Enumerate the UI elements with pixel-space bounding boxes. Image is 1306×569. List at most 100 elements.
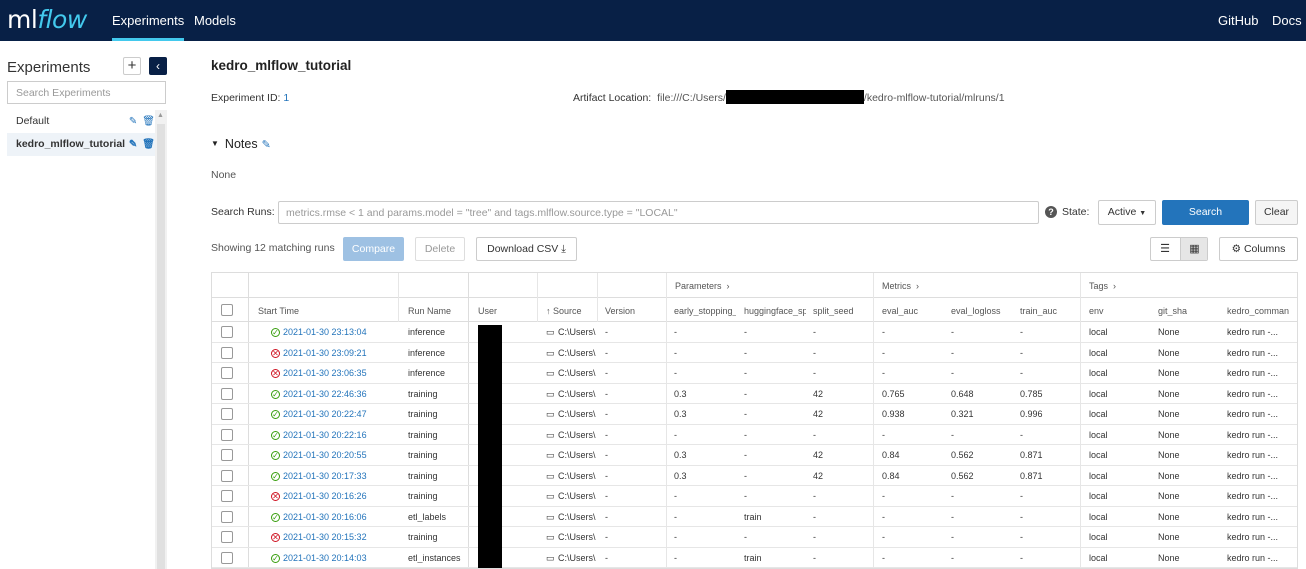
row-checkbox[interactable] [221, 367, 233, 379]
row-checkbox[interactable] [221, 326, 233, 338]
row-checkbox[interactable] [221, 469, 233, 482]
trash-icon[interactable]: 🗑 [142, 139, 155, 150]
source-cell: C:\Users\ [558, 511, 596, 522]
row-checkbox[interactable] [221, 408, 233, 420]
header-param-split-seed[interactable]: split_seed [813, 306, 854, 316]
param-early-stopping-cell: 0.3 [674, 450, 687, 460]
row-checkbox[interactable] [221, 531, 233, 543]
download-csv-button[interactable]: Download CSV ⤓ [476, 237, 577, 261]
metric-eval-auc-cell: - [882, 491, 885, 501]
nav-models[interactable]: Models [194, 0, 236, 41]
start-time-link[interactable]: 2021-01-30 22:46:36 [283, 389, 367, 399]
start-time-link[interactable]: 2021-01-30 23:09:21 [283, 348, 367, 358]
row-checkbox[interactable] [221, 510, 233, 523]
nav-docs[interactable]: Docs [1272, 0, 1302, 41]
header-metric-train-auc[interactable]: train_auc [1020, 306, 1057, 316]
row-checkbox[interactable] [221, 387, 233, 400]
start-time-link[interactable]: 2021-01-30 20:22:16 [283, 430, 367, 440]
help-icon[interactable]: ? [1045, 206, 1057, 218]
table-row[interactable]: ✓ 2021-01-30 20:14:03 ▭ etl_instances C:\Use… [212, 548, 1297, 568]
start-time-link[interactable]: 2021-01-30 20:22:47 [283, 409, 367, 419]
table-row[interactable]: ✕ 2021-01-30 20:15:32 ▭ training C:\Users\ - -… [212, 527, 1297, 548]
edit-icon[interactable]: ✎ [129, 139, 137, 150]
sidebar-scrollbar[interactable]: ▲ [155, 110, 167, 569]
start-time-link[interactable]: 2021-01-30 20:17:33 [283, 471, 367, 481]
status-success-icon: ✓ [271, 451, 280, 460]
column-divider [398, 273, 399, 322]
search-experiments-input[interactable] [7, 81, 166, 104]
header-param-huggingface[interactable]: huggingface_sp [744, 306, 806, 316]
nav-github[interactable]: GitHub [1218, 0, 1258, 41]
version-cell: - [605, 450, 608, 460]
row-checkbox[interactable] [221, 490, 233, 502]
tag-kedro-command-cell: kedro run -... [1227, 470, 1279, 481]
experiment-item-kedro[interactable]: kedro_mlflow_tutorial ✎ 🗑 [7, 133, 155, 156]
status-success-icon: ✓ [271, 471, 280, 481]
table-row[interactable]: ✓ 2021-01-30 23:13:04 ▭ inference C:\Users\ -… [212, 322, 1297, 343]
header-metric-eval-logloss[interactable]: eval_logloss [951, 306, 1001, 316]
row-checkbox[interactable] [221, 551, 233, 564]
list-view-icon[interactable]: ☰ [1151, 238, 1179, 260]
start-time-link[interactable]: 2021-01-30 23:06:35 [283, 368, 367, 378]
param-early-stopping-cell: - [674, 552, 677, 563]
scroll-up-icon[interactable]: ▲ [157, 112, 164, 119]
tag-kedro-command-cell: kedro run -... [1227, 552, 1279, 563]
tag-kedro-command-cell: kedro run -... [1227, 429, 1279, 440]
columns-button[interactable]: ⚙ Columns [1219, 237, 1298, 261]
edit-icon[interactable]: ✎ [129, 116, 137, 127]
tag-env-cell: local [1089, 388, 1108, 399]
row-checkbox[interactable] [221, 346, 233, 359]
table-row[interactable]: ✓ 2021-01-30 20:22:47 ▭ training C:\Users\ -0… [212, 404, 1297, 425]
trash-icon[interactable]: 🗑 [142, 116, 155, 127]
header-user[interactable]: User [478, 306, 497, 316]
group-metrics[interactable]: Metrics › [882, 281, 919, 291]
version-cell: - [605, 368, 608, 378]
start-time-link[interactable]: 2021-01-30 20:14:03 [283, 553, 367, 563]
search-button[interactable]: Search [1162, 200, 1249, 225]
start-time-link[interactable]: 2021-01-30 20:16:06 [283, 512, 367, 522]
table-row[interactable]: ✕ 2021-01-30 23:09:21 ▭ inference C:\Users\ -… [212, 343, 1297, 363]
metric-eval-logloss-cell: - [951, 511, 954, 522]
collapse-sidebar-button[interactable]: ‹ [149, 57, 167, 75]
nav-experiments[interactable]: Experiments [112, 0, 185, 41]
start-time-link[interactable]: 2021-01-30 20:16:26 [283, 491, 367, 501]
metric-eval-logloss-cell: 0.562 [951, 470, 974, 481]
header-param-early-stopping[interactable]: early_stopping_ [674, 306, 736, 316]
table-row[interactable]: ✓ 2021-01-30 22:46:36 ▭ training C:\Users\ -0… [212, 384, 1297, 404]
notes-toggle[interactable]: ▼ Notes ✎ [211, 137, 271, 151]
select-all-checkbox[interactable] [221, 304, 233, 316]
table-row[interactable]: ✓ 2021-01-30 20:22:16 ▭ training C:\Users\ - -… [212, 425, 1297, 445]
start-time-link[interactable]: 2021-01-30 23:13:04 [283, 327, 367, 337]
delete-button[interactable]: Delete [415, 237, 465, 261]
state-dropdown[interactable]: Active ▼ [1098, 200, 1156, 225]
tag-env-cell: local [1089, 347, 1108, 358]
table-row[interactable]: ✕ 2021-01-30 20:16:26 ▭ training C:\Users\ - -… [212, 486, 1297, 507]
header-version[interactable]: Version [605, 306, 635, 316]
experiment-item-default[interactable]: Default ✎ 🗑 [7, 110, 155, 133]
clear-button[interactable]: Clear [1255, 200, 1298, 225]
group-tags[interactable]: Tags › [1089, 281, 1116, 291]
edit-notes-icon[interactable]: ✎ [262, 139, 271, 151]
header-metric-eval-auc[interactable]: eval_auc [882, 306, 918, 316]
table-row[interactable]: ✓ 2021-01-30 20:17:33 ▭ training C:\Users\ -0… [212, 466, 1297, 486]
header-start-time[interactable]: Start Time [258, 306, 299, 316]
scroll-thumb[interactable] [157, 124, 165, 569]
header-run-name[interactable]: Run Name [408, 306, 451, 316]
header-source[interactable]: ↑ Source [546, 306, 582, 316]
header-tag-kedro-command[interactable]: kedro_comman [1227, 306, 1293, 316]
table-view-icon[interactable]: ▦ [1180, 238, 1207, 260]
start-time-link[interactable]: 2021-01-30 20:15:32 [283, 532, 367, 542]
start-time-link[interactable]: 2021-01-30 20:20:55 [283, 450, 367, 460]
table-row[interactable]: ✕ 2021-01-30 23:06:35 ▭ inference C:\Users\ -… [212, 363, 1297, 384]
compare-button[interactable]: Compare [343, 237, 404, 261]
add-experiment-button[interactable]: + [123, 57, 141, 75]
group-parameters[interactable]: Parameters › [675, 281, 730, 291]
search-runs-input[interactable] [278, 201, 1039, 224]
row-checkbox[interactable] [221, 449, 233, 461]
row-checkbox[interactable] [221, 428, 233, 441]
table-row[interactable]: ✓ 2021-01-30 20:16:06 ▭ etl_labels C:\Users\… [212, 507, 1297, 527]
header-tag-env[interactable]: env [1089, 306, 1104, 316]
mlflow-logo[interactable]: mlflow [7, 6, 87, 36]
header-tag-git-sha[interactable]: git_sha [1158, 306, 1187, 316]
table-row[interactable]: ✓ 2021-01-30 20:20:55 ▭ training C:\Users\ -0… [212, 445, 1297, 466]
